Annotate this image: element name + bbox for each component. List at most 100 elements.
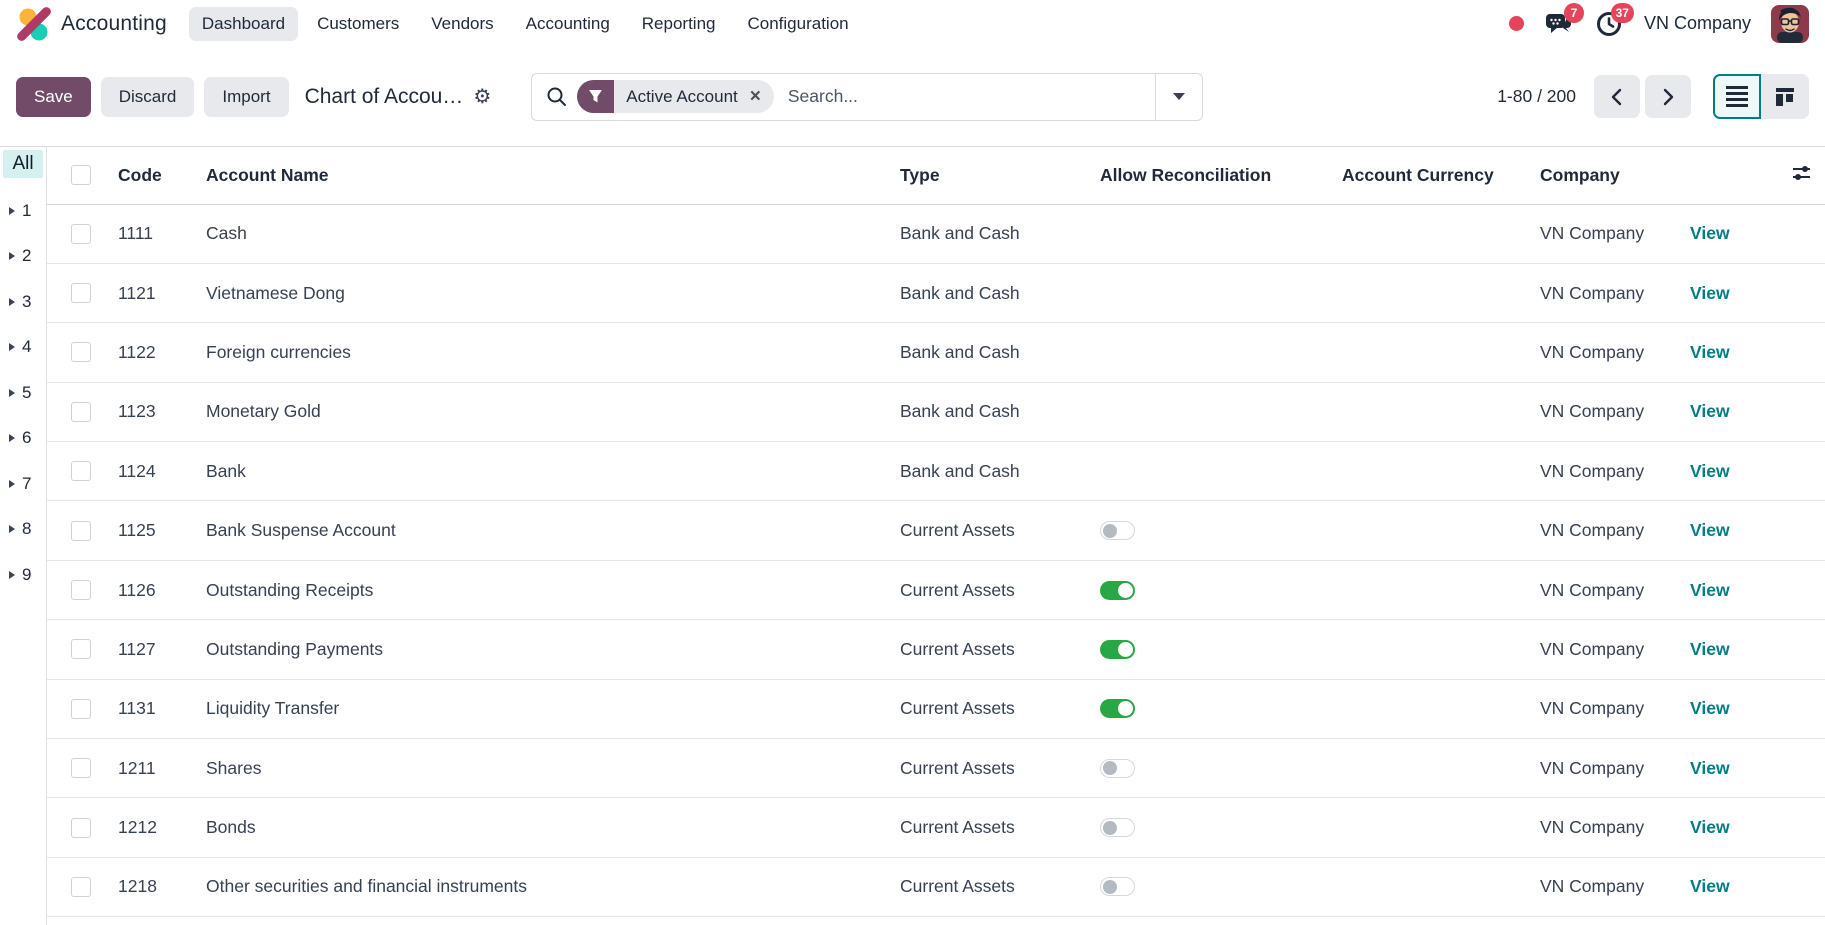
menu-item-customers[interactable]: Customers (304, 7, 412, 41)
view-button[interactable]: View (1690, 758, 1730, 778)
row-checkbox[interactable] (71, 877, 91, 897)
table-row[interactable]: 1124BankBank and CashVN CompanyView (47, 442, 1825, 501)
activities-button[interactable]: 37 (1594, 9, 1624, 39)
menu-item-accounting[interactable]: Accounting (513, 7, 623, 41)
view-button[interactable]: View (1690, 342, 1730, 362)
discard-button[interactable]: Discard (101, 77, 195, 117)
table-row[interactable]: 1212BondsCurrent AssetsVN CompanyView (47, 798, 1825, 857)
view-button[interactable]: View (1690, 283, 1730, 303)
reconciliation-toggle[interactable] (1100, 818, 1135, 837)
row-checkbox[interactable] (71, 461, 91, 481)
remove-filter-icon[interactable]: × (750, 87, 774, 106)
gear-icon[interactable]: ⚙ (473, 87, 491, 107)
messages-button[interactable]: 7 (1544, 9, 1574, 39)
account-code: 1127 (118, 639, 156, 659)
column-header-allow-reconciliation[interactable]: Allow Reconciliation (1100, 147, 1342, 204)
menu-item-configuration[interactable]: Configuration (735, 7, 862, 41)
list-view-button[interactable] (1713, 74, 1761, 119)
table-row[interactable]: 1122Foreign currenciesBank and CashVN Co… (47, 323, 1825, 382)
table-row-partial[interactable] (47, 917, 1825, 925)
pager-previous-button[interactable] (1594, 75, 1640, 118)
row-checkbox[interactable] (71, 521, 91, 541)
table-row[interactable]: 1218Other securities and financial instr… (47, 857, 1825, 916)
pager-value[interactable]: 1-80 / 200 (1497, 86, 1576, 107)
row-checkbox[interactable] (71, 283, 91, 303)
view-button[interactable]: View (1690, 876, 1730, 896)
kanban-view-button[interactable] (1761, 74, 1809, 119)
app-title: Accounting (61, 12, 167, 36)
table-row[interactable]: 1111CashBank and CashVN CompanyView (47, 204, 1825, 263)
sidebar-group-8[interactable]: 8 (0, 507, 46, 553)
column-header-type[interactable]: Type (900, 147, 1100, 204)
app-brand[interactable]: Accounting (16, 6, 167, 42)
view-button[interactable]: View (1690, 401, 1730, 421)
row-checkbox[interactable] (71, 402, 91, 422)
user-avatar[interactable] (1771, 5, 1809, 43)
view-button[interactable]: View (1690, 580, 1730, 600)
reconciliation-toggle[interactable] (1100, 581, 1135, 600)
table-row[interactable]: 1125Bank Suspense AccountCurrent AssetsV… (47, 501, 1825, 560)
reconciliation-toggle[interactable] (1100, 759, 1135, 778)
pager-next-button[interactable] (1645, 75, 1691, 118)
company-cell: VN Company (1540, 817, 1644, 837)
table-row[interactable]: 1123Monetary GoldBank and CashVN Company… (47, 382, 1825, 441)
company-switcher[interactable]: VN Company (1644, 13, 1751, 34)
row-checkbox[interactable] (71, 818, 91, 838)
view-button[interactable]: View (1690, 223, 1730, 243)
menu-item-reporting[interactable]: Reporting (629, 7, 729, 41)
row-checkbox[interactable] (71, 224, 91, 244)
column-header-company[interactable]: Company (1540, 147, 1690, 204)
account-code: 1122 (118, 342, 156, 362)
column-header-code[interactable]: Code (110, 147, 198, 204)
import-button[interactable]: Import (204, 77, 288, 117)
view-button[interactable]: View (1690, 639, 1730, 659)
sidebar-item-all[interactable]: All (3, 150, 43, 178)
table-row[interactable]: 1127Outstanding PaymentsCurrent AssetsVN… (47, 620, 1825, 679)
table-row[interactable]: 1126Outstanding ReceiptsCurrent AssetsVN… (47, 560, 1825, 619)
sidebar-group-6[interactable]: 6 (0, 416, 46, 462)
reconciliation-toggle[interactable] (1100, 521, 1135, 540)
account-code: 1123 (118, 401, 156, 421)
table-row[interactable]: 1131Liquidity TransferCurrent AssetsVN C… (47, 679, 1825, 738)
search-input[interactable]: Search... (788, 86, 858, 107)
sidebar-group-3[interactable]: 3 (0, 279, 46, 325)
column-header-account-name[interactable]: Account Name (198, 147, 900, 204)
row-checkbox[interactable] (71, 342, 91, 362)
messages-badge: 7 (1564, 3, 1584, 23)
column-header-account-currency[interactable]: Account Currency (1342, 147, 1540, 204)
sidebar-group-2[interactable]: 2 (0, 234, 46, 280)
select-all-checkbox[interactable] (71, 165, 91, 185)
reconciliation-toggle[interactable] (1100, 699, 1135, 718)
caret-right-icon (9, 252, 15, 260)
view-button[interactable]: View (1690, 698, 1730, 718)
menu-item-dashboard[interactable]: Dashboard (189, 7, 298, 41)
status-dot-icon (1509, 16, 1524, 31)
sidebar-group-7[interactable]: 7 (0, 461, 46, 507)
view-button[interactable]: View (1690, 461, 1730, 481)
accounts-table: Code Account Name Type Allow Reconciliat… (47, 147, 1825, 925)
table-row[interactable]: 1121Vietnamese DongBank and CashVN Compa… (47, 263, 1825, 322)
view-button[interactable]: View (1690, 817, 1730, 837)
reconciliation-toggle[interactable] (1100, 640, 1135, 659)
row-checkbox[interactable] (71, 639, 91, 659)
reconciliation-toggle[interactable] (1100, 877, 1135, 896)
sidebar-group-4[interactable]: 4 (0, 325, 46, 371)
menu-item-vendors[interactable]: Vendors (418, 7, 506, 41)
optional-columns-icon[interactable] (1792, 163, 1811, 182)
filter-facet[interactable]: Active Account × (577, 80, 774, 113)
row-checkbox[interactable] (71, 758, 91, 778)
sidebar-group-9[interactable]: 9 (0, 552, 46, 598)
account-type: Bank and Cash (900, 401, 1020, 421)
company-cell: VN Company (1540, 520, 1644, 540)
search-bar[interactable]: Active Account × Search... (531, 73, 1203, 121)
sidebar-group-5[interactable]: 5 (0, 370, 46, 416)
row-checkbox[interactable] (71, 580, 91, 600)
account-name: Liquidity Transfer (206, 698, 339, 718)
row-checkbox[interactable] (71, 699, 91, 719)
view-button[interactable]: View (1690, 520, 1730, 540)
company-cell: VN Company (1540, 401, 1644, 421)
table-row[interactable]: 1211SharesCurrent AssetsVN CompanyView (47, 739, 1825, 798)
sidebar-group-1[interactable]: 1 (0, 188, 46, 234)
save-button[interactable]: Save (16, 77, 91, 117)
search-dropdown-toggle[interactable] (1155, 74, 1202, 120)
